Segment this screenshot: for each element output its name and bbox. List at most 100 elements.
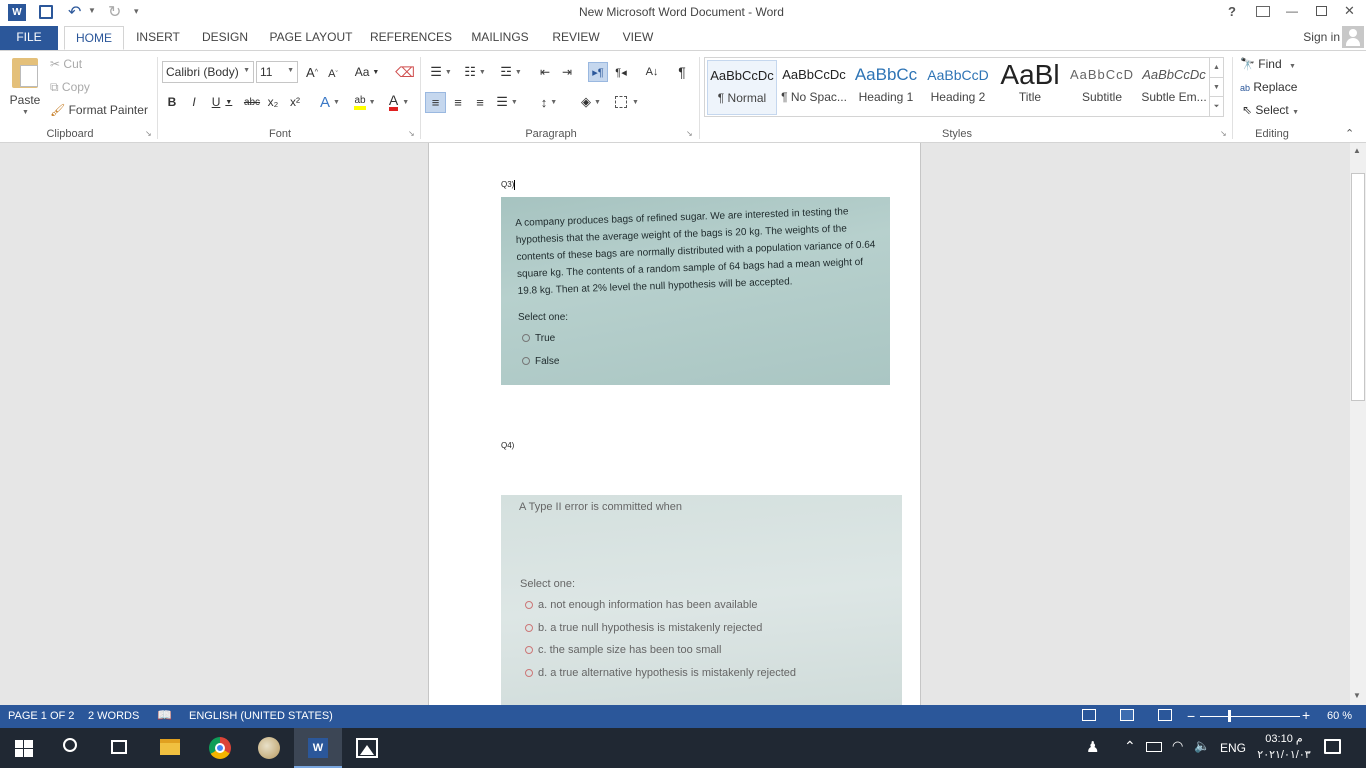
styles-scroll-up-icon[interactable]: ▲	[1209, 58, 1223, 77]
clear-formatting-button[interactable]: ⌫	[395, 63, 415, 81]
clock-time[interactable]: 03:10 م	[1256, 732, 1312, 745]
sign-in-link[interactable]: Sign in	[1292, 26, 1340, 50]
font-color-button[interactable]: A ▼	[384, 93, 414, 111]
rtl-direction-button[interactable]: ¶◂	[611, 63, 631, 81]
paste-button[interactable]: Paste ▼	[6, 55, 44, 123]
zoom-level[interactable]: 60 %	[1327, 710, 1352, 722]
underline-button[interactable]: U ▼	[208, 93, 236, 111]
style-no-spacing[interactable]: AaBbCcDc ¶ No Spac...	[779, 60, 849, 115]
tab-review[interactable]: REVIEW	[548, 26, 604, 50]
zoom-slider[interactable]	[1200, 710, 1300, 722]
scroll-thumb[interactable]	[1351, 173, 1365, 401]
save-icon[interactable]	[39, 5, 53, 19]
document-page[interactable]: Q3) A company produces bags of refined s…	[428, 143, 921, 705]
styles-more-icon[interactable]: ⏷	[1209, 96, 1223, 116]
style-title[interactable]: AaBl Title	[995, 60, 1065, 115]
increase-indent-button[interactable]: ⇥	[558, 63, 576, 81]
language-indicator[interactable]: ENGLISH (UNITED STATES)	[189, 710, 333, 722]
word-app-icon[interactable]: W	[8, 4, 26, 21]
scroll-down-arrow-icon[interactable]: ▼	[1353, 691, 1361, 700]
chrome-icon[interactable]	[209, 737, 231, 759]
style-heading-1[interactable]: AaBbCc Heading 1	[851, 60, 921, 115]
find-button[interactable]: 🔭 Find ▼	[1240, 57, 1296, 75]
show-formatting-button[interactable]: ¶	[672, 63, 692, 81]
file-explorer-icon[interactable]	[160, 739, 180, 755]
bold-button[interactable]: B	[164, 93, 180, 111]
word-count[interactable]: 2 WORDS	[88, 710, 139, 722]
copy-button[interactable]: ⧉ Copy	[50, 80, 90, 98]
print-layout-icon[interactable]	[1120, 709, 1134, 721]
strikethrough-button[interactable]: abc	[242, 93, 262, 111]
read-mode-icon[interactable]	[1082, 709, 1096, 721]
taskbar-word-button[interactable]: W	[294, 728, 342, 768]
search-icon[interactable]	[63, 738, 77, 752]
cut-button[interactable]: ✂ Cut	[50, 57, 82, 75]
show-hidden-icons-icon[interactable]: ⌃	[1124, 738, 1136, 755]
style-normal[interactable]: AaBbCcDc ¶ Normal	[707, 60, 777, 115]
font-dialog-launcher-icon[interactable]: ↘	[408, 129, 415, 138]
tab-mailings[interactable]: MAILINGS	[466, 26, 534, 50]
numbering-button[interactable]: ☷ ▼	[460, 63, 490, 81]
decrease-indent-button[interactable]: ⇤	[536, 63, 554, 81]
q3-label[interactable]: Q3)	[501, 180, 516, 190]
redo-icon[interactable]: ↻	[108, 2, 121, 22]
page-indicator[interactable]: PAGE 1 OF 2	[8, 710, 74, 722]
multilevel-list-button[interactable]: ☲ ▼	[496, 63, 526, 81]
help-icon[interactable]: ?	[1228, 4, 1236, 19]
clock-date[interactable]: ٢٠٢١/٠١/٠٣	[1252, 748, 1316, 761]
document-area[interactable]: Q3) A company produces bags of refined s…	[0, 143, 1350, 705]
font-size-select[interactable]: 11 ▼	[256, 61, 298, 83]
style-subtitle[interactable]: AaBbCcD Subtitle	[1067, 60, 1137, 115]
select-button[interactable]: ⇖ Select ▼	[1242, 103, 1299, 121]
volume-icon[interactable]: 🔈	[1194, 738, 1210, 754]
tab-page-layout[interactable]: PAGE LAYOUT	[266, 26, 356, 50]
paragraph-dialog-launcher-icon[interactable]: ↘	[686, 129, 693, 138]
grow-font-button[interactable]: A ^	[303, 63, 321, 81]
scroll-up-arrow-icon[interactable]: ▲	[1353, 146, 1361, 155]
bullets-button[interactable]: ☰ ▼	[426, 63, 456, 81]
photos-app-icon[interactable]	[356, 738, 378, 758]
shading-button[interactable]: ◈ ▼	[576, 93, 606, 111]
style-heading-2[interactable]: AaBbCcD Heading 2	[923, 60, 993, 115]
align-left-button[interactable]: ≡	[425, 92, 446, 113]
zoom-slider-thumb[interactable]	[1227, 710, 1231, 722]
justify-button[interactable]: ☰ ▼	[492, 93, 522, 111]
superscript-button[interactable]: x²	[286, 93, 304, 111]
borders-button[interactable]: ▼	[612, 93, 642, 111]
text-effects-button[interactable]: A ▼	[316, 93, 344, 111]
style-subtle-emphasis[interactable]: AaBbCcDc Subtle Em...	[1139, 60, 1209, 115]
vertical-scrollbar[interactable]: ▲ ▼	[1350, 143, 1366, 705]
format-painter-button[interactable]: 🖌 Format Painter	[50, 103, 148, 121]
align-right-button[interactable]: ≡	[470, 93, 490, 111]
zoom-out-button[interactable]: −	[1187, 708, 1195, 724]
tab-references[interactable]: REFERENCES	[370, 26, 452, 50]
proofing-icon[interactable]: 📖	[157, 708, 172, 722]
line-spacing-button[interactable]: ↕ ▼	[534, 93, 564, 111]
tab-home[interactable]: HOME	[64, 26, 124, 50]
paint-icon[interactable]	[258, 737, 280, 759]
q4-label[interactable]: Q4)	[501, 441, 514, 450]
sort-button[interactable]: A↓	[642, 63, 662, 81]
subscript-button[interactable]: x₂	[264, 93, 282, 111]
tab-insert[interactable]: INSERT	[134, 26, 182, 50]
battery-icon[interactable]	[1146, 742, 1162, 752]
customize-toolbar-icon[interactable]: ▾	[134, 6, 139, 17]
restore-button[interactable]	[1316, 6, 1327, 16]
people-icon[interactable]: ♟	[1086, 738, 1099, 756]
avatar[interactable]	[1342, 26, 1364, 48]
undo-dropdown-icon[interactable]: ▼	[88, 6, 96, 15]
shrink-font-button[interactable]: Aˇ	[324, 65, 342, 83]
clipboard-dialog-launcher-icon[interactable]: ↘	[145, 129, 152, 138]
tab-file[interactable]: FILE	[0, 26, 58, 50]
font-name-select[interactable]: Calibri (Body) ▼	[162, 61, 254, 83]
wifi-icon[interactable]: ◠	[1172, 738, 1183, 754]
web-layout-icon[interactable]	[1158, 709, 1172, 721]
highlight-button[interactable]: ab ▼	[350, 93, 380, 111]
action-center-icon[interactable]	[1324, 739, 1341, 754]
ribbon-display-options-icon[interactable]	[1256, 6, 1270, 17]
ltr-direction-button[interactable]: ▸¶	[588, 62, 608, 82]
replace-button[interactable]: ab Replace	[1240, 80, 1297, 98]
align-center-button[interactable]: ≡	[448, 93, 468, 111]
input-language[interactable]: ENG	[1220, 741, 1246, 755]
minimize-button[interactable]: —	[1286, 4, 1298, 18]
